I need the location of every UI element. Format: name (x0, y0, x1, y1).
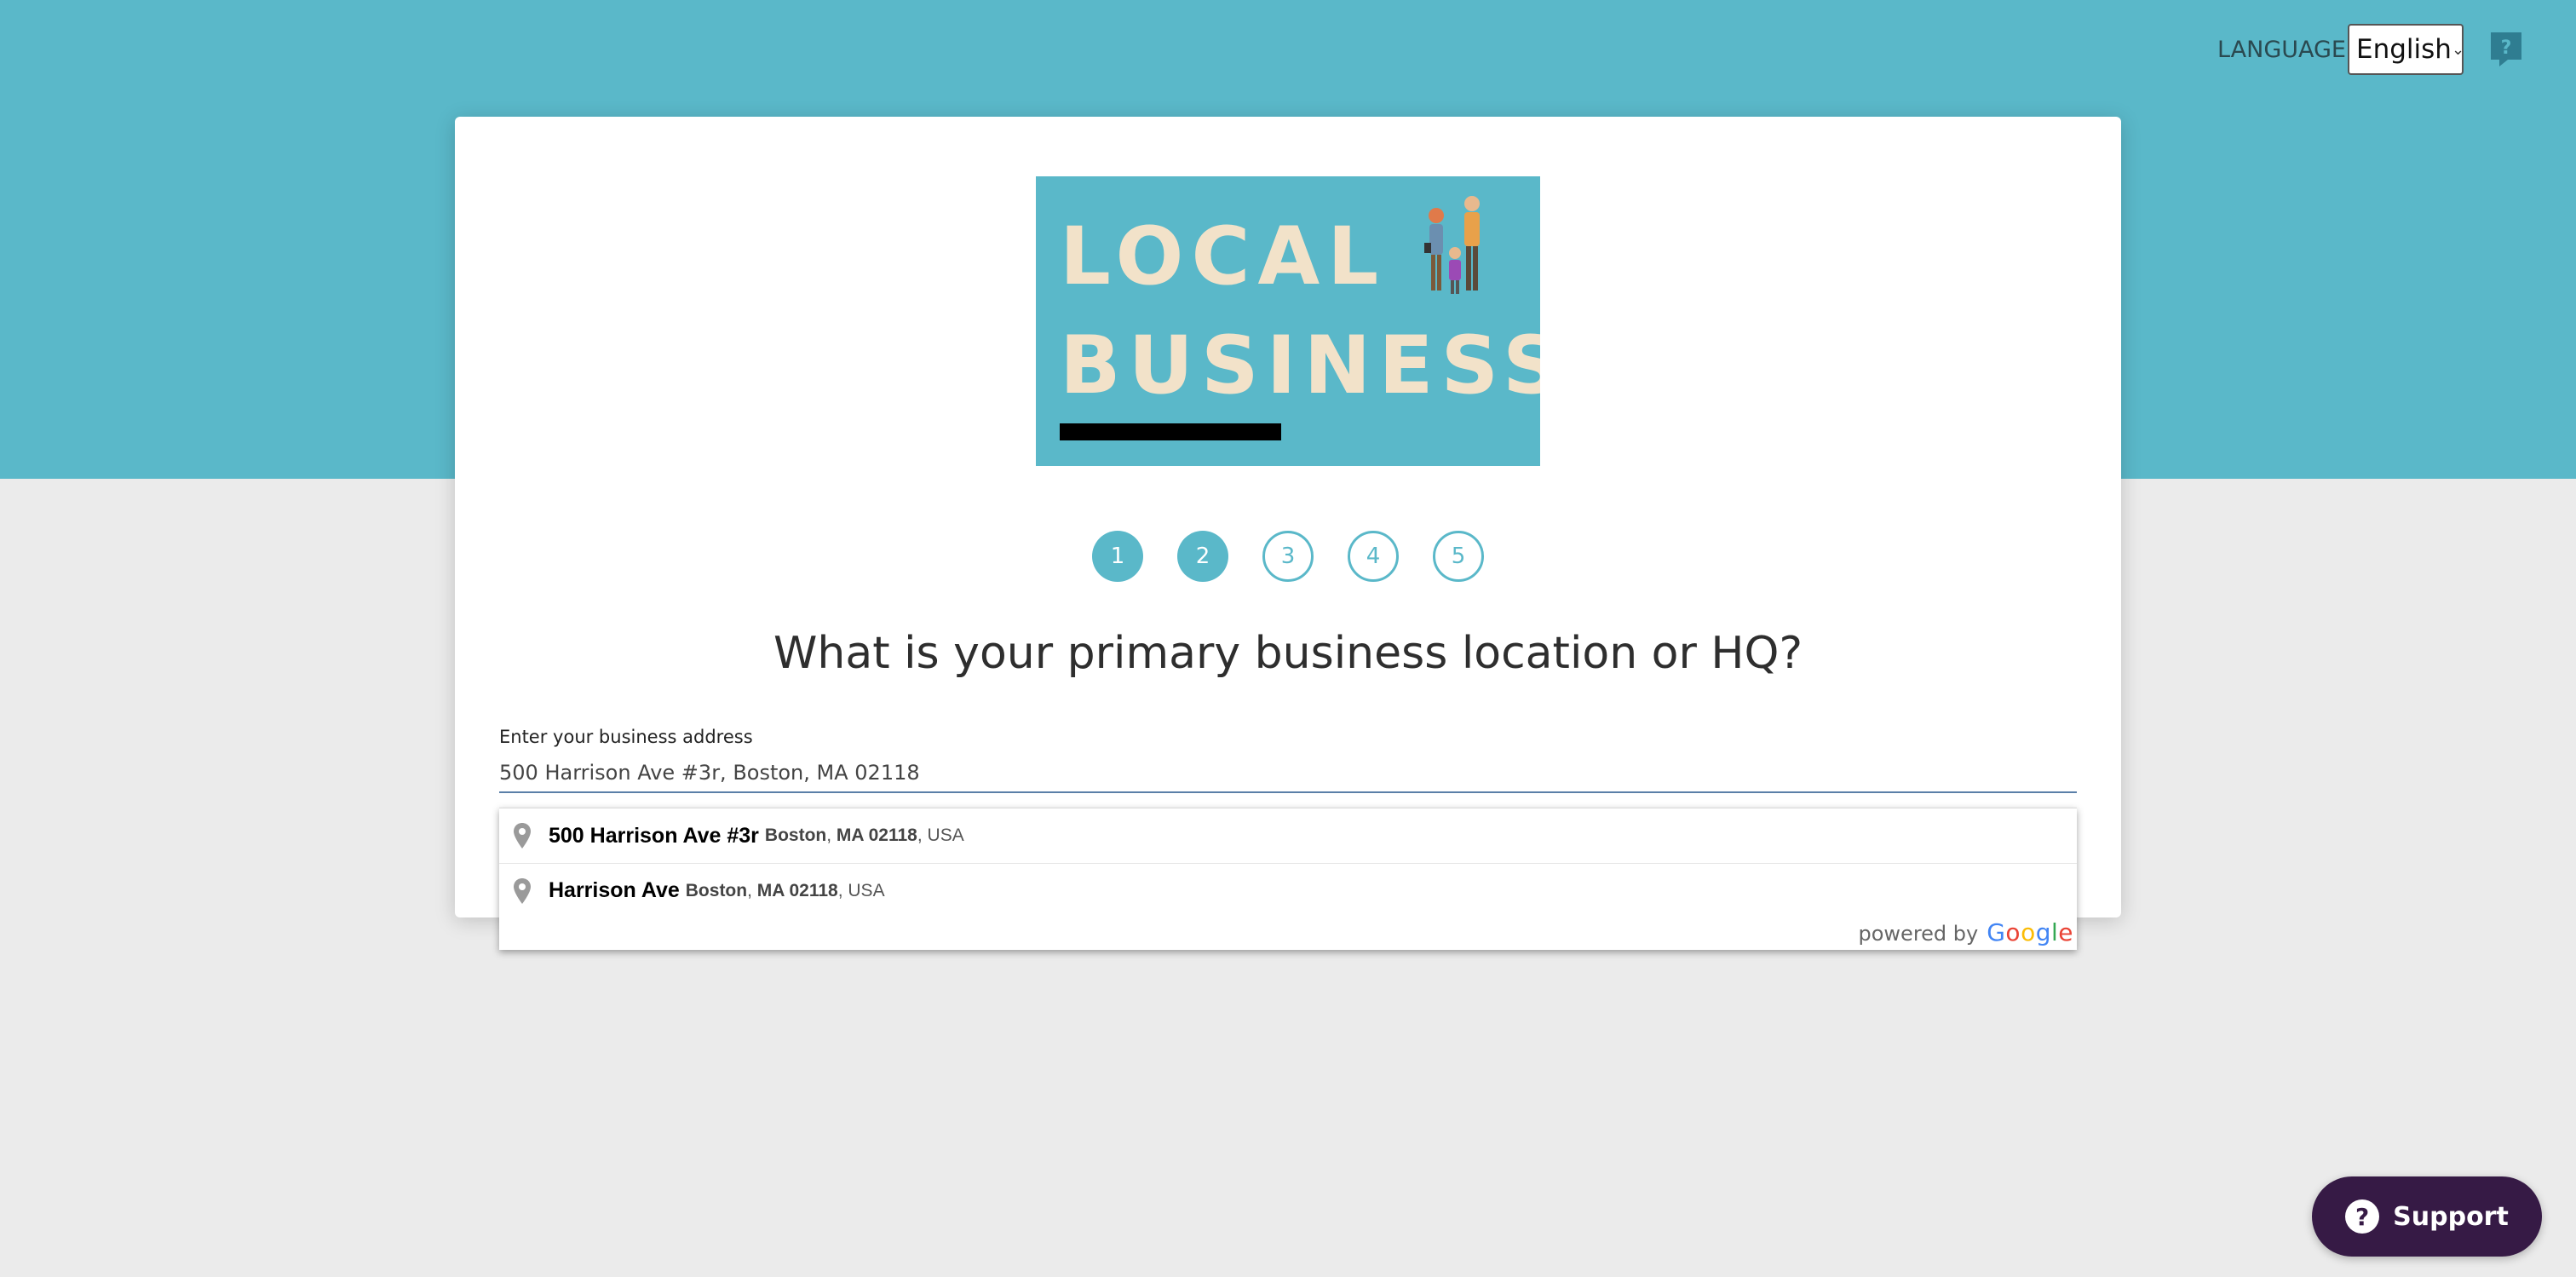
step-3: 3 (1262, 531, 1314, 582)
suggestion-item[interactable]: 500 Harrison Ave #3r Boston, MA 02118, U… (499, 808, 2077, 863)
logo-line-1: LOCAL (1060, 210, 1387, 303)
svg-text:?: ? (2501, 37, 2512, 59)
language-bar: LANGUAGE English ⌄ ? (2217, 24, 2523, 75)
language-value: English (2356, 34, 2452, 65)
suggestion-city: Boston (764, 825, 827, 845)
local-business-logo: LOCAL BUSINESS (1036, 176, 1540, 466)
progress-steps: 1 2 3 4 5 (455, 531, 2121, 582)
map-pin-icon (514, 823, 531, 848)
suggestion-main-text: 500 Harrison Ave #3r (549, 823, 759, 848)
language-label: LANGUAGE (2217, 36, 2346, 63)
google-logo: Google (1987, 918, 2073, 946)
suggestion-secondary-text: Boston, MA 02118, USA (764, 825, 964, 845)
logo-line-2: BUSINESS (1060, 319, 1540, 412)
chevron-down-icon: ⌄ (2451, 40, 2465, 59)
address-suggestions-dropdown: 500 Harrison Ave #3r Boston, MA 02118, U… (499, 808, 2077, 950)
suggestion-main-text: Harrison Ave (549, 878, 680, 902)
support-label: Support (2393, 1201, 2509, 1232)
help-question-icon[interactable]: ? (2489, 31, 2523, 68)
suggestion-state-zip: MA 02118 (756, 880, 838, 900)
suggestion-item[interactable]: Harrison Ave Boston, MA 02118, USA (499, 863, 2077, 917)
suggestion-secondary-text: Boston, MA 02118, USA (685, 880, 885, 900)
suggestion-city: Boston (685, 880, 748, 900)
powered-by-text: powered by (1858, 922, 1979, 946)
step-4: 4 (1348, 531, 1399, 582)
step-5: 5 (1433, 531, 1484, 582)
support-button[interactable]: ? Support (2312, 1176, 2542, 1257)
address-field-label: Enter your business address (499, 727, 753, 747)
suggestion-state-zip: MA 02118 (836, 825, 917, 845)
family-illustration-icon (1424, 196, 1480, 294)
google-attribution: powered by Google (1859, 918, 2074, 946)
address-input[interactable] (499, 754, 2077, 793)
page-title: What is your primary business location o… (773, 628, 1803, 679)
question-circle-icon: ? (2345, 1199, 2380, 1234)
suggestion-country: USA (927, 825, 964, 845)
logo-underline (1060, 423, 1281, 440)
step-1: 1 (1092, 531, 1143, 582)
map-pin-icon (514, 877, 531, 904)
suggestion-country: USA (848, 880, 885, 900)
onboarding-card: LOCAL BUSINESS 1 2 3 4 5 What is your pr… (455, 117, 2121, 917)
step-2: 2 (1177, 531, 1228, 582)
language-select[interactable]: English ⌄ (2348, 24, 2464, 75)
